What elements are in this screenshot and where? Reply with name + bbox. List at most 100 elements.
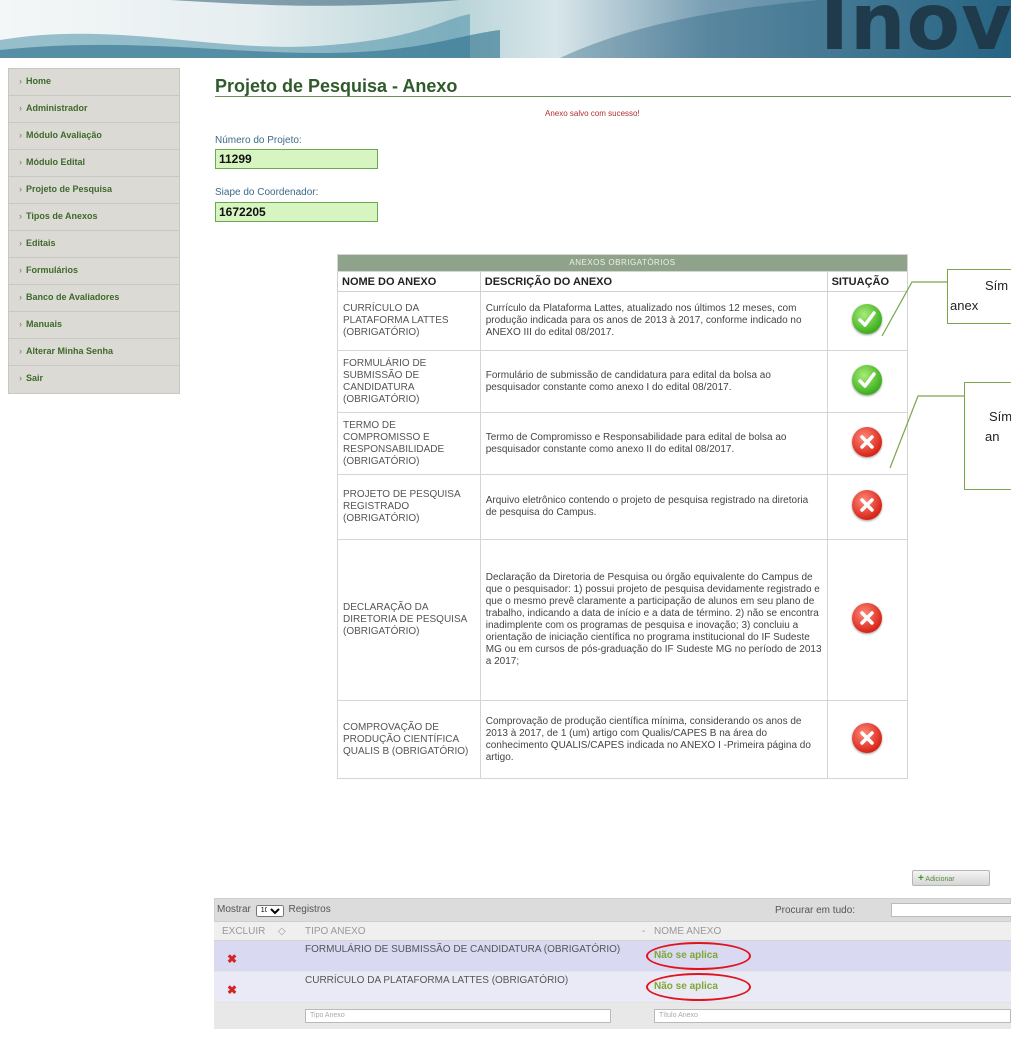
chevron-right-icon: › <box>19 211 22 221</box>
add-attachment-button[interactable]: + Adicionar <box>912 870 990 886</box>
add-button-label: Adicionar <box>925 876 955 883</box>
delete-icon[interactable]: ✖ <box>227 952 237 966</box>
table-caption: ANEXOS OBRIGATÓRIOS <box>337 254 908 272</box>
sidebar-item[interactable]: › Projeto de Pesquisa <box>9 177 179 204</box>
title-divider <box>215 96 1011 97</box>
sidebar-item[interactable]: › Formulários <box>9 258 179 285</box>
project-number-label: Número do Projeto: <box>215 135 302 146</box>
status-cell <box>826 700 909 779</box>
search-label: Procurar em tudo: <box>775 905 856 916</box>
sidebar-item[interactable]: › Banco de Avaliadores <box>9 285 179 312</box>
attachment-description-cell: Comprovação de produção científica mínim… <box>479 700 828 779</box>
callout-text-line: Sím <box>985 278 1009 293</box>
error-x-icon <box>852 490 883 520</box>
chevron-right-icon: › <box>19 76 22 86</box>
error-x-icon <box>852 722 883 753</box>
table-row: COMPROVAÇÃO DE PRODUÇÃO CIENTÍFICA QUALI… <box>337 700 909 779</box>
attachment-description-cell: Declaração da Diretoria de Pesquisa ou ó… <box>479 539 828 701</box>
sidebar-item-label: Editais <box>26 238 56 248</box>
required-attachments-table: ANEXOS OBRIGATÓRIOS NOME DO ANEXO DESCRI… <box>337 254 909 779</box>
sidebar-item-label: Sair <box>26 373 44 383</box>
table-row: TERMO DE COMPROMISSO E RESPONSABILIDADE … <box>337 412 909 475</box>
table-row: FORMULÁRIO DE SUBMISSÃO DE CANDIDATURA (… <box>337 350 909 413</box>
column-header-description: DESCRIÇÃO DO ANEXO <box>479 271 828 292</box>
type-filter-input[interactable]: Tipo Anexo <box>305 1009 611 1023</box>
sort-icon[interactable]: ◇ <box>278 926 286 937</box>
error-x-icon <box>852 603 883 633</box>
app-logo-text: Inovare <box>820 0 1011 58</box>
sidebar-item-label: Alterar Minha Senha <box>26 346 114 356</box>
sidebar-item[interactable]: › Manuais <box>9 312 179 339</box>
attachments-grid: Mostrar 10 Registros Procurar em tudo: E… <box>214 898 1011 1029</box>
siape-field[interactable]: 1672205 <box>215 202 378 222</box>
attachment-description-cell: Currículo da Plataforma Lattes, atualiza… <box>479 291 828 351</box>
sort-icon[interactable]: - <box>642 926 645 937</box>
attachment-name-cell: COMPROVAÇÃO DE PRODUÇÃO CIENTÍFICA QUALI… <box>337 700 481 779</box>
delete-icon[interactable]: ✖ <box>227 983 237 997</box>
sidebar-item-label: Administrador <box>26 103 88 113</box>
chevron-right-icon: › <box>19 130 22 140</box>
highlight-oval <box>646 942 751 970</box>
header-banner: Inovare <box>0 0 1011 58</box>
column-header-type[interactable]: TIPO ANEXO <box>305 926 366 937</box>
table-row: DECLARAÇÃO DA DIRETORIA DE PESQUISA (OBR… <box>337 539 909 701</box>
callout-box-missing: Sím an <box>964 382 1011 490</box>
sidebar-item-label: Home <box>26 76 52 86</box>
attachment-name-cell: DECLARAÇÃO DA DIRETORIA DE PESQUISA (OBR… <box>337 539 481 701</box>
name-filter-input[interactable]: Título Anexo <box>654 1009 1011 1023</box>
attachment-name-cell: TERMO DE COMPROMISSO E RESPONSABILIDADE … <box>337 412 481 475</box>
grid-filter-row: Tipo Anexo Título Anexo <box>214 1003 1011 1029</box>
sidebar-item-label: Tipos de Anexos <box>26 211 98 221</box>
grid-toolbar: Mostrar 10 Registros Procurar em tudo: <box>214 898 1011 922</box>
attachment-description-cell: Arquivo eletrônico contendo o projeto de… <box>479 474 828 540</box>
chevron-right-icon: › <box>19 103 22 113</box>
checkmark-icon <box>852 364 883 395</box>
chevron-right-icon: › <box>19 238 22 248</box>
chevron-right-icon: › <box>19 373 22 383</box>
sidebar-item-label: Formulários <box>26 265 79 275</box>
sidebar-item[interactable]: › Home <box>9 69 179 96</box>
callout-connector-line <box>881 281 948 337</box>
chevron-right-icon: › <box>19 346 22 356</box>
chevron-right-icon: › <box>19 292 22 302</box>
error-x-icon <box>852 426 883 457</box>
chevron-right-icon: › <box>19 157 22 167</box>
status-cell <box>826 474 909 540</box>
sidebar-item-label: Projeto de Pesquisa <box>26 184 113 194</box>
project-number-field[interactable]: 11299 <box>215 149 378 169</box>
sidebar-item[interactable]: › Alterar Minha Senha <box>9 339 179 366</box>
callout-box-ok: Sím anex <box>947 269 1011 324</box>
column-header-delete[interactable]: EXCLUIR <box>222 926 265 937</box>
sidebar-item[interactable]: › Módulo Avaliação <box>9 123 179 150</box>
sidebar-menu: › Home › Administrador › Módulo Avaliação › Mód… <box>8 68 180 394</box>
sidebar-item[interactable]: › Editais <box>9 231 179 258</box>
sidebar-item-label: Manuais <box>26 319 63 329</box>
callout-text-line: an <box>985 428 1000 444</box>
attachment-description-cell: Formulário de submissão de candidatura p… <box>479 350 828 413</box>
highlight-oval <box>646 973 751 1001</box>
callout-text-line: anex <box>950 297 979 313</box>
column-header-file-name[interactable]: NOME ANEXO <box>654 926 721 937</box>
table-row: PROJETO DE PESQUISA REGISTRADO (OBRIGATÓ… <box>337 474 909 540</box>
attachment-name-cell: CURRÍCULO DA PLATAFORMA LATTES (OBRIGATÓ… <box>337 291 481 351</box>
table-row: ✖ FORMULÁRIO DE SUBMISSÃO DE CANDIDATURA… <box>214 941 1011 972</box>
grid-header-row: EXCLUIR ◇ TIPO ANEXO - NOME ANEXO <box>214 922 1011 941</box>
column-header-name: NOME DO ANEXO <box>337 271 481 292</box>
sidebar-item[interactable]: › Sair <box>9 366 179 393</box>
sidebar-item[interactable]: › Tipos de Anexos <box>9 204 179 231</box>
status-cell <box>826 539 909 701</box>
success-message: Anexo salvo com sucesso! <box>545 109 640 118</box>
records-label: Registros <box>288 904 331 915</box>
sidebar-item[interactable]: › Módulo Edital <box>9 150 179 177</box>
chevron-right-icon: › <box>19 184 22 194</box>
sidebar-item-label: Módulo Avaliação <box>26 130 102 140</box>
sidebar-item[interactable]: › Administrador <box>9 96 179 123</box>
page-size-select[interactable]: 10 <box>255 904 284 917</box>
table-row: CURRÍCULO DA PLATAFORMA LATTES (OBRIGATÓ… <box>337 291 909 351</box>
search-input[interactable] <box>891 903 1011 917</box>
callout-connector-line <box>889 395 966 469</box>
table-row: ✖ CURRÍCULO DA PLATAFORMA LATTES (OBRIGA… <box>214 972 1011 1003</box>
attachment-name-cell: PROJETO DE PESQUISA REGISTRADO (OBRIGATÓ… <box>337 474 481 540</box>
sidebar-item-label: Banco de Avaliadores <box>26 292 120 302</box>
page-title: Projeto de Pesquisa - Anexo <box>215 76 458 96</box>
